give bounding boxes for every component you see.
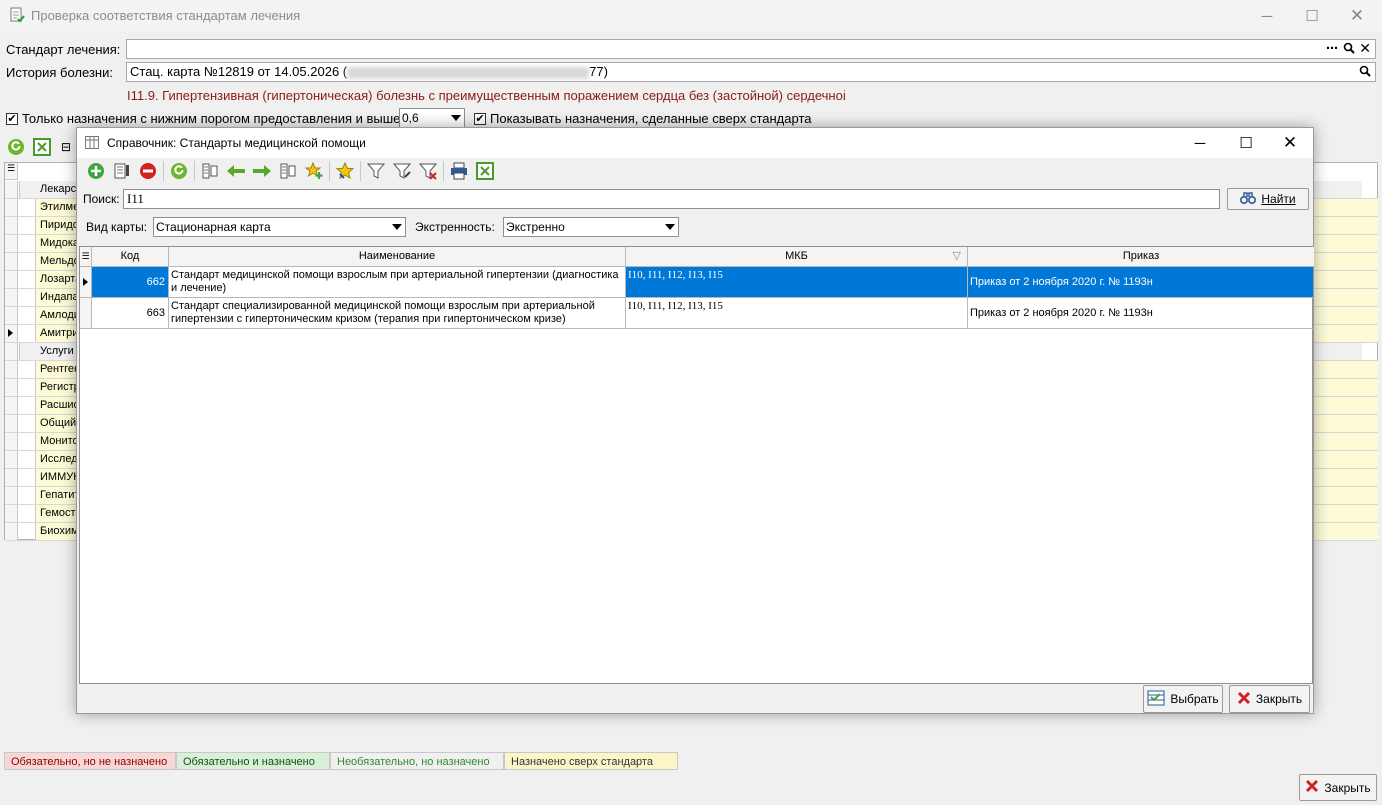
app-icon [9, 7, 25, 26]
delete-icon[interactable] [137, 160, 159, 182]
filter-icon[interactable] [365, 160, 387, 182]
threshold-select[interactable]: 0,6 [399, 108, 465, 128]
close-icon [1305, 779, 1319, 796]
search-icon[interactable] [1359, 65, 1371, 80]
arrow-left-icon[interactable] [225, 160, 247, 182]
table-row[interactable]: 663 Стандарт специализированной медицинск… [80, 298, 1313, 329]
cell-order: Приказ от 2 ноября 2020 г. № 1193н [968, 267, 1313, 297]
column-header-order[interactable]: Приказ [968, 247, 1314, 267]
legend-item: Необязательно, но назначено [330, 752, 504, 770]
cell-code: 663 [92, 298, 169, 328]
standards-grid: ☰ Код Наименование МКБ ▽ Приказ 662 Станд… [79, 246, 1314, 684]
main-close-button[interactable]: Закрыть [1299, 774, 1377, 801]
excel-icon[interactable] [33, 138, 51, 159]
search-label: Поиск: [83, 192, 120, 206]
dialog-minimize-button[interactable]: ─ [1177, 128, 1223, 158]
dialog-title: Справочник: Стандарты медицинской помощи [107, 136, 366, 150]
legend-item: Назначено сверх стандарта [504, 752, 678, 770]
grid-menu-icon[interactable]: ☰ [80, 247, 92, 267]
urgency-label: Экстренность: [415, 220, 495, 234]
binoculars-icon [1240, 191, 1257, 208]
card-type-select[interactable]: Стационарная карта [153, 217, 406, 237]
select-icon [1147, 690, 1165, 709]
filter-icon[interactable]: ⊟ [61, 140, 71, 154]
table-icon [85, 136, 99, 152]
legend-item: Обязательно, но не назначено [4, 752, 176, 770]
clear-icon[interactable]: ✕ [1359, 40, 1371, 57]
dialog-close-action-button[interactable]: Закрыть [1229, 685, 1310, 713]
minimize-button[interactable]: ─ [1244, 1, 1290, 31]
grid-menu-icon[interactable]: ☰ [5, 163, 18, 180]
close-icon [1237, 691, 1251, 708]
standard-field[interactable]: ⋯ ✕ [126, 39, 1376, 59]
card-type-label: Вид карты: [86, 220, 148, 234]
cell-name: Стандарт медицинской помощи взрослым при… [169, 267, 626, 297]
current-row-marker-icon [8, 329, 13, 337]
cell-order: Приказ от 2 ноября 2020 г. № 1193н [970, 307, 1153, 319]
star-add-icon[interactable] [303, 160, 325, 182]
dialog-close-button[interactable]: ✕ [1267, 128, 1313, 158]
main-title-bar: Проверка соответствия стандартам лечения… [0, 0, 1382, 32]
legend-item: Обязательно и назначено [176, 752, 330, 770]
search-icon[interactable] [1343, 42, 1355, 57]
history-label: История болезни: [6, 65, 113, 80]
standard-label: Стандарт лечения: [6, 42, 121, 57]
dialog-title-bar: Справочник: Стандарты медицинской помощи… [77, 128, 1313, 158]
threshold-checkbox[interactable]: ✔ [6, 113, 18, 125]
cell-mkb: I10, I11, I12, I13, I15 [626, 267, 968, 297]
sort-icon: ▽ [952, 250, 961, 262]
column-header-name[interactable]: Наименование [169, 247, 626, 267]
cell-name: Стандарт специализированной медицинской … [169, 298, 626, 328]
add-icon[interactable] [85, 160, 107, 182]
cell-mkb: I10, I11, I12, I13, I15 [626, 298, 968, 328]
redacted-text [347, 66, 590, 79]
threshold-label: Только назначения с нижним порогом предо… [22, 111, 405, 126]
column-header-code[interactable]: Код [92, 247, 169, 267]
maximize-button[interactable]: ☐ [1289, 1, 1335, 31]
cell-code: 662 [92, 267, 169, 297]
column-header-mkb[interactable]: МКБ ▽ [626, 247, 968, 267]
print-icon[interactable] [448, 160, 470, 182]
excel-icon[interactable] [474, 160, 496, 182]
columns-icon[interactable] [199, 160, 221, 182]
diagnosis-text: I11.9. Гипертензивная (гипертоническая) … [127, 88, 845, 103]
star-icon[interactable] [334, 160, 356, 182]
select-button[interactable]: Выбрать [1143, 685, 1223, 713]
find-button[interactable]: Найти [1227, 188, 1309, 210]
dialog-maximize-button[interactable]: ☐ [1223, 128, 1269, 158]
refresh-icon[interactable] [7, 138, 25, 159]
urgency-select[interactable]: Экстренно [503, 217, 679, 237]
dialog-toolbar [85, 159, 496, 183]
refresh-icon[interactable] [168, 160, 190, 182]
close-window-button[interactable]: ✕ [1334, 1, 1380, 31]
arrow-right-icon[interactable] [251, 160, 273, 182]
filter-clear-icon[interactable] [417, 160, 439, 182]
table-row[interactable]: 662 Стандарт медицинской помощи взрослым … [80, 267, 1313, 298]
standards-dialog: Справочник: Стандарты медицинской помощи… [76, 127, 1314, 714]
show-extra-checkbox[interactable]: ✔ [474, 113, 486, 125]
show-extra-label: Показывать назначения, сделанные сверх с… [490, 111, 812, 126]
search-input[interactable]: I11 [123, 189, 1220, 209]
ellipsis-icon[interactable]: ⋯ [1326, 41, 1338, 55]
history-field[interactable]: Стац. карта №12819 от 14.05.2026 (77) [126, 62, 1376, 82]
edit-icon[interactable] [111, 160, 133, 182]
filter-edit-icon[interactable] [391, 160, 413, 182]
current-row-marker-icon [83, 278, 88, 286]
window-title: Проверка соответствия стандартам лечения [31, 8, 301, 23]
columns-icon[interactable] [277, 160, 299, 182]
